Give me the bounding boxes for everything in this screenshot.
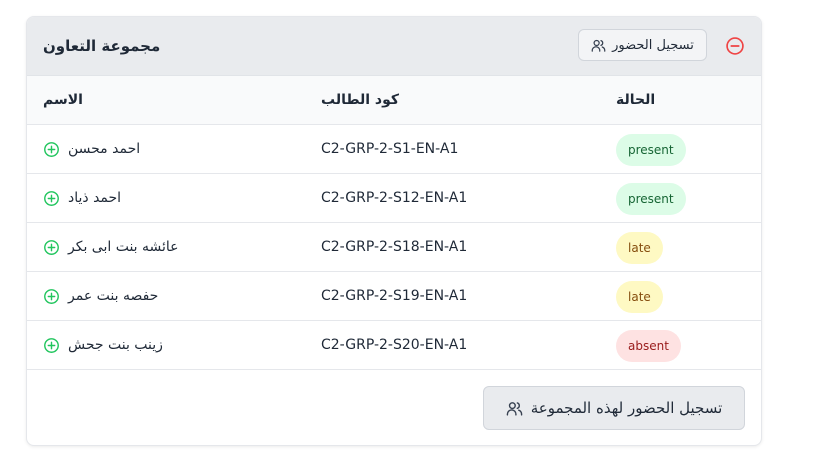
student-name: احمد ذياد <box>68 190 122 206</box>
group-title: مجموعة التعاون <box>43 37 161 55</box>
status-badge: late <box>616 281 663 313</box>
student-name: حفصه بنت عمر <box>68 288 159 304</box>
student-code: C2-GRP-2-S20-EN-A1 <box>321 337 468 353</box>
collaboration-group-card: مجموعة التعاون تسجيل الحضور الاسم كود ال… <box>26 16 762 446</box>
column-header-status: الحالة <box>616 92 656 108</box>
header-button-label: تسجيل الحضور <box>612 37 694 53</box>
status-badge: absent <box>616 330 681 362</box>
column-header-code: كود الطالب <box>321 92 400 108</box>
table-row: حفصه بنت عمر C2-GRP-2-S19-EN-A1 late <box>27 272 761 321</box>
student-name: زينب بنت جحش <box>68 337 163 353</box>
plus-circle-icon[interactable] <box>43 337 60 354</box>
users-icon <box>591 38 606 53</box>
footer-button-label: تسجيل الحضور لهذه المجموعة <box>530 399 723 417</box>
table-row: احمد ذياد C2-GRP-2-S12-EN-A1 present <box>27 174 761 223</box>
plus-circle-icon[interactable] <box>43 239 60 256</box>
plus-circle-icon[interactable] <box>43 288 60 305</box>
status-badge: late <box>616 232 663 264</box>
plus-circle-icon[interactable] <box>43 141 60 158</box>
student-code: C2-GRP-2-S1-EN-A1 <box>321 141 459 157</box>
student-name: احمد محسن <box>68 141 141 157</box>
record-group-attendance-button[interactable]: تسجيل الحضور لهذه المجموعة <box>483 386 745 430</box>
record-attendance-button[interactable]: تسجيل الحضور <box>578 29 707 61</box>
status-badge: present <box>616 134 686 166</box>
student-code: C2-GRP-2-S12-EN-A1 <box>321 190 468 206</box>
plus-circle-icon[interactable] <box>43 190 60 207</box>
table-row: عائشه بنت ابى بكر C2-GRP-2-S18-EN-A1 lat… <box>27 223 761 272</box>
table-row: احمد محسن C2-GRP-2-S1-EN-A1 present <box>27 125 761 174</box>
column-header-name: الاسم <box>43 92 83 108</box>
status-badge: present <box>616 183 686 215</box>
table-row: زينب بنت جحش C2-GRP-2-S20-EN-A1 absent <box>27 321 761 370</box>
minus-circle-icon[interactable] <box>725 36 745 56</box>
student-code: C2-GRP-2-S18-EN-A1 <box>321 239 468 255</box>
student-code: C2-GRP-2-S19-EN-A1 <box>321 288 468 304</box>
card-header: مجموعة التعاون تسجيل الحضور <box>27 17 761 76</box>
table-header: الاسم كود الطالب الحالة <box>27 76 761 125</box>
users-icon <box>506 400 523 417</box>
student-name: عائشه بنت ابى بكر <box>68 239 179 255</box>
